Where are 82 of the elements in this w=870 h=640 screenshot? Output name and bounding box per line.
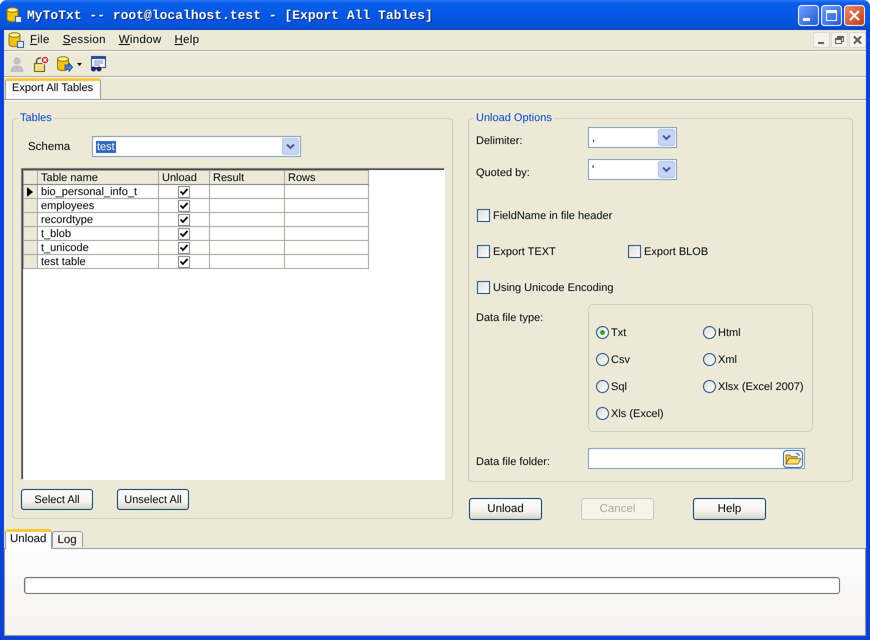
document-binoculars-icon[interactable] [90, 56, 106, 72]
chevron-down-icon[interactable] [282, 138, 299, 155]
padlock-error-icon[interactable] [33, 56, 49, 72]
radio-button[interactable] [596, 407, 609, 420]
group-title: Tables [19, 112, 53, 125]
minimize-icon[interactable] [813, 32, 830, 48]
table-name-cell: t_blob [38, 226, 158, 240]
window-title: MyToTxt -- root@localhost.test - [Export All Tables] [27, 8, 433, 22]
row-header-cell[interactable] [24, 212, 38, 226]
checkbox[interactable] [477, 209, 490, 222]
menu-item[interactable]: Window [112, 32, 168, 48]
open-folder-icon[interactable] [783, 450, 803, 468]
column-header[interactable]: Result [210, 170, 284, 184]
table-name-cell: test table [38, 254, 158, 268]
checkbox[interactable] [178, 228, 190, 240]
maximize-icon[interactable] [821, 4, 842, 26]
menu-item[interactable]: Help [168, 32, 206, 48]
row-header-cell[interactable] [24, 226, 38, 240]
table-name-cell: bio_personal_info_t [38, 184, 158, 198]
checkbox[interactable] [178, 256, 190, 268]
menu-item[interactable]: Session [56, 32, 113, 48]
button[interactable]: Help [693, 498, 766, 520]
radio-label: Xml [718, 354, 737, 366]
data-file-folder-label: Data file folder: [476, 456, 551, 469]
radio-label: Xls (Excel) [611, 408, 664, 420]
radio-button[interactable] [703, 380, 716, 393]
radio-button[interactable] [596, 326, 609, 339]
checkbox[interactable] [628, 245, 641, 258]
column-header[interactable]: Rows [284, 170, 368, 184]
radio-button[interactable] [703, 326, 716, 339]
checkbox[interactable] [178, 214, 190, 226]
tab[interactable]: Unload [5, 529, 52, 549]
caret-icon[interactable] [77, 62, 82, 66]
tab[interactable]: Log [52, 531, 83, 547]
radio-label: Html [718, 326, 741, 338]
column-header[interactable]: Table name [38, 170, 158, 184]
database-icon[interactable] [8, 32, 24, 48]
group-title: Unload Options [475, 112, 553, 125]
radio-label: Xlsx (Excel 2007) [718, 380, 804, 392]
button[interactable]: Select All [21, 489, 93, 510]
chevron-down-icon[interactable] [658, 129, 675, 146]
table-name-cell: t_unicode [38, 240, 158, 254]
radio-button[interactable] [596, 353, 609, 366]
row-pointer-icon [27, 186, 33, 196]
checkbox[interactable] [178, 242, 190, 254]
schema-dropdown[interactable]: test [92, 136, 301, 157]
checkbox-label: FieldName in file header [493, 210, 612, 222]
radio-button[interactable] [703, 353, 716, 366]
column-header[interactable]: Unload [158, 170, 210, 184]
close-icon[interactable] [849, 32, 866, 48]
data-file-type-label: Data file type: [476, 311, 544, 326]
checkbox[interactable] [178, 186, 190, 198]
row-header-cell[interactable] [24, 198, 38, 212]
radio-label: Csv [611, 354, 630, 366]
checkbox-label: Export TEXT [493, 246, 556, 258]
row-header-cell[interactable] [24, 254, 38, 268]
radio-label: Sql [611, 380, 627, 392]
tab[interactable]: Export All Tables [5, 78, 102, 99]
chevron-down-icon[interactable] [658, 161, 675, 178]
checkbox-label: Using Unicode Encoding [493, 282, 614, 294]
row-header-cell[interactable] [24, 240, 38, 254]
button[interactable]: Unload [469, 498, 542, 520]
delimiter-label: Delimiter: [476, 135, 524, 148]
restore-icon[interactable] [831, 32, 848, 48]
radio-button[interactable] [596, 380, 609, 393]
folder-path-field[interactable] [588, 448, 805, 469]
radio-label: Txt [611, 326, 626, 338]
table-name-cell: recordtype [38, 212, 158, 226]
row-header-cell[interactable] [24, 184, 38, 198]
checkbox[interactable] [477, 245, 490, 258]
checkbox[interactable] [178, 200, 190, 212]
table-name-cell: employees [38, 198, 158, 212]
quoted-by-dropdown[interactable]: ' [588, 159, 677, 180]
button[interactable]: Unselect All [117, 489, 189, 510]
checkbox-label: Export BLOB [644, 246, 708, 258]
database-icon [6, 7, 22, 23]
database-arrow-icon[interactable] [57, 56, 73, 72]
checkbox[interactable] [477, 281, 490, 294]
menu-item[interactable]: File [24, 32, 57, 48]
delimiter-dropdown[interactable]: , [588, 127, 677, 148]
quoted-by-label: Quoted by: [476, 167, 531, 180]
schema-label: Schema [28, 140, 72, 152]
